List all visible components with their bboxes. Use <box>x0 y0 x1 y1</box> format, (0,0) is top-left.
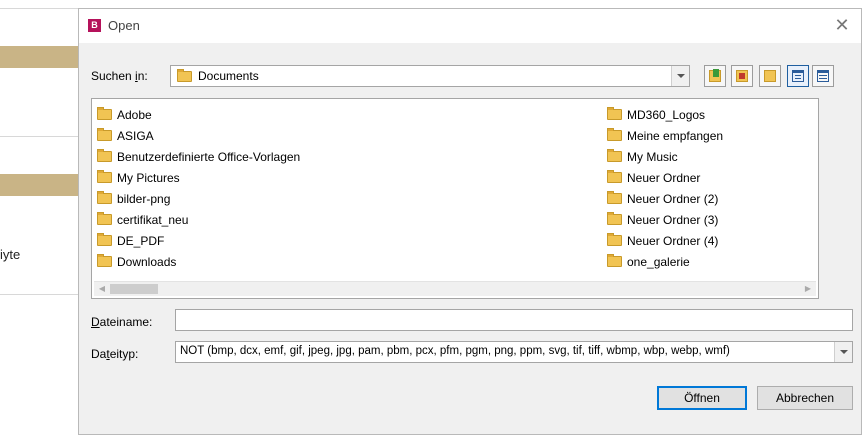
file-list-column: MD360_Logos Meine empfangen My Music Neuer … <box>602 105 723 273</box>
folder-icon <box>97 212 112 225</box>
list-item[interactable]: Neuer Ordner <box>602 168 723 189</box>
list-item[interactable]: one_galerie <box>602 252 723 273</box>
file-name: Neuer Ordner (4) <box>627 234 719 248</box>
chevron-down-icon[interactable] <box>671 66 689 86</box>
title-bar[interactable]: B Open ✕ <box>79 9 861 43</box>
list-item[interactable]: MD360_Logos <box>602 105 723 126</box>
details-view-button[interactable] <box>812 65 834 87</box>
current-folder-label: Documents <box>198 69 259 83</box>
file-name: Neuer Ordner (2) <box>627 192 719 206</box>
folder-icon <box>97 149 112 162</box>
bg-partial-text: iyte <box>0 247 21 262</box>
folder-icon <box>607 107 622 120</box>
list-item[interactable]: ASIGA <box>92 126 300 147</box>
file-list[interactable]: Adobe ASIGA Benutzerdefinierte Office-Vorl… <box>91 98 819 299</box>
open-button[interactable]: Öffnen <box>657 386 747 410</box>
list-item[interactable]: Neuer Ordner (4) <box>602 231 723 252</box>
file-name: My Pictures <box>117 171 180 185</box>
folder-icon <box>97 191 112 204</box>
folder-icon <box>97 128 112 141</box>
details-view-icon <box>817 70 829 82</box>
file-name: Benutzerdefinierte Office-Vorlagen <box>117 150 301 164</box>
list-item[interactable]: My Pictures <box>92 168 300 189</box>
chevron-down-icon[interactable] <box>834 342 852 362</box>
file-list-column: Adobe ASIGA Benutzerdefinierte Office-Vorl… <box>92 105 300 273</box>
list-item[interactable]: certifikat_neu <box>92 210 300 231</box>
folder-icon <box>97 233 112 246</box>
open-dialog: B Open ✕ Suchen in: Documents Adobe ASIGA… <box>78 8 862 435</box>
close-button[interactable]: ✕ <box>831 14 853 36</box>
app-icon: B <box>88 19 101 32</box>
list-item[interactable]: Neuer Ordner (3) <box>602 210 723 231</box>
folder-icon <box>607 254 622 267</box>
scroll-thumb[interactable] <box>110 284 158 294</box>
folder-icon <box>97 107 112 120</box>
folder-icon <box>97 254 112 267</box>
dialog-title: Open <box>108 18 140 33</box>
file-name: certifikat_neu <box>117 213 189 227</box>
up-folder-button[interactable] <box>704 65 726 87</box>
filename-input[interactable] <box>175 309 853 331</box>
bg-section-band <box>0 174 78 196</box>
folder-icon <box>607 170 622 183</box>
file-name: bilder-png <box>117 192 171 206</box>
list-item[interactable]: Benutzerdefinierte Office-Vorlagen <box>92 147 300 168</box>
scroll-right-arrow-icon[interactable]: ▶ <box>801 283 815 295</box>
scroll-left-arrow-icon[interactable]: ◀ <box>95 283 109 295</box>
cancel-button[interactable]: Abbrechen <box>757 386 853 410</box>
new-folder-icon <box>764 70 776 82</box>
file-name: My Music <box>627 150 678 164</box>
lookin-combo[interactable]: Documents <box>170 65 690 87</box>
file-name: Adobe <box>117 108 152 122</box>
file-name: Neuer Ordner (3) <box>627 213 719 227</box>
file-name: Meine empfangen <box>627 129 724 143</box>
file-name: MD360_Logos <box>627 108 706 122</box>
file-name: one_galerie <box>627 255 690 269</box>
list-item[interactable]: Adobe <box>92 105 300 126</box>
list-item[interactable]: Downloads <box>92 252 300 273</box>
home-folder-icon <box>736 70 748 82</box>
background-app: iyte <box>0 0 78 437</box>
list-view-button[interactable] <box>787 65 809 87</box>
home-folder-button[interactable] <box>731 65 753 87</box>
bg-section-band <box>0 46 78 68</box>
list-item[interactable]: bilder-png <box>92 189 300 210</box>
folder-icon <box>607 212 622 225</box>
file-name: Neuer Ordner <box>627 171 701 185</box>
new-folder-button[interactable] <box>759 65 781 87</box>
folder-icon <box>97 170 112 183</box>
file-name: Downloads <box>117 255 177 269</box>
bg-divider <box>0 136 78 137</box>
folder-icon <box>607 128 622 141</box>
list-view-icon <box>792 70 804 82</box>
folder-icon <box>177 69 192 82</box>
bg-divider <box>0 294 78 295</box>
bg-divider <box>0 8 78 9</box>
filetype-select[interactable]: NOT (bmp, dcx, emf, gif, jpeg, jpg, pam,… <box>175 341 853 363</box>
folder-icon <box>607 191 622 204</box>
file-name: DE_PDF <box>117 234 165 248</box>
horizontal-scrollbar[interactable]: ◀ ▶ <box>94 281 816 296</box>
lookin-label: Suchen in: <box>91 69 148 83</box>
filetype-value: NOT (bmp, dcx, emf, gif, jpeg, jpg, pam,… <box>180 345 730 357</box>
filetype-label: Dateityp: <box>91 347 139 361</box>
list-item[interactable]: DE_PDF <box>92 231 300 252</box>
file-name: ASIGA <box>117 129 154 143</box>
list-item[interactable]: Neuer Ordner (2) <box>602 189 723 210</box>
folder-icon <box>607 233 622 246</box>
folder-icon <box>607 149 622 162</box>
list-item[interactable]: Meine empfangen <box>602 126 723 147</box>
list-item[interactable]: My Music <box>602 147 723 168</box>
up-folder-icon <box>709 69 721 82</box>
filename-label: Dateiname: <box>91 315 153 329</box>
